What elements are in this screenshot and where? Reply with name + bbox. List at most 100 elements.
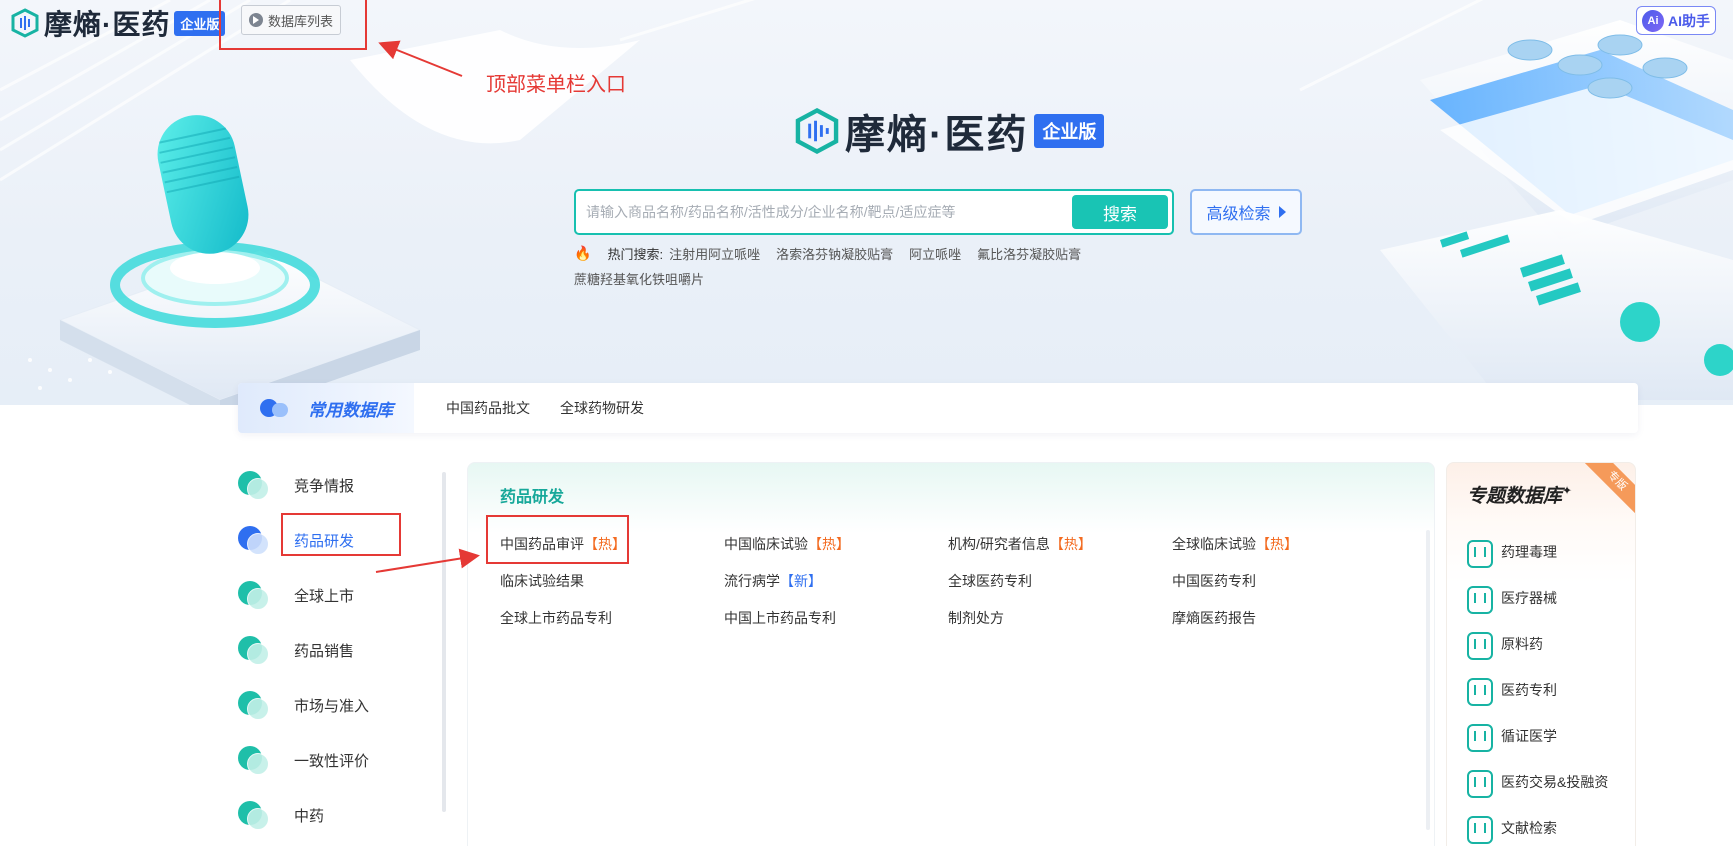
database-link-label: 摩熵医药报告 — [1172, 610, 1256, 626]
category-icon — [238, 745, 272, 776]
database-link-label: 中国上市药品专利 — [724, 610, 836, 626]
database-link-label: 中国医药专利 — [1172, 573, 1256, 589]
special-db-label: 医药专利 — [1501, 682, 1557, 698]
common-db-link[interactable]: 全球药物研发 — [560, 398, 644, 418]
database-link[interactable]: 摩熵医药报告 — [1172, 609, 1396, 628]
ai-assistant-label: AI助手 — [1668, 12, 1710, 29]
brand-logo-icon — [795, 107, 839, 155]
hot-search-item[interactable]: 蔗糖羟基氧化铁咀嚼片 — [574, 272, 704, 287]
database-link[interactable]: 中国上市药品专利 — [724, 609, 948, 628]
database-link[interactable]: 中国临床试验【热】 — [724, 535, 948, 554]
special-databases-title: 专题数据库✦ — [1467, 481, 1572, 508]
advanced-search-button[interactable]: 高级检索 — [1190, 189, 1302, 235]
new-tag: 【新】 — [780, 573, 822, 589]
edition-badge-large: 企业版 — [1034, 114, 1105, 148]
database-link-grid: 中国药品审评【热】 中国临床试验【热】 机构/研究者信息【热】 全球临床试验【热… — [500, 535, 1396, 628]
hot-search-row-2: 蔗糖羟基氧化铁咀嚼片 — [574, 269, 704, 288]
caret-right-icon — [1278, 206, 1286, 218]
hexagon-icon — [1467, 632, 1489, 656]
hot-search-item[interactable]: 阿立哌唑 — [909, 244, 961, 263]
panel-scrollbar[interactable] — [1426, 530, 1430, 830]
page: 摩熵·医药 企业版 数据库列表 Ai AI助手 摩熵·医药 企业版 搜索 高级检… — [0, 0, 1733, 846]
search-input[interactable] — [586, 191, 1056, 233]
special-db-label: 文献检索 — [1501, 820, 1557, 836]
database-link-label: 全球医药专利 — [948, 573, 1032, 589]
database-link[interactable]: 全球临床试验【热】 — [1172, 535, 1396, 554]
special-db-label: 医药交易&投融资 — [1501, 774, 1609, 790]
database-link-label: 流行病学 — [724, 573, 780, 589]
nav-item-drug-sales[interactable]: 药品销售 — [238, 623, 438, 678]
common-databases-title: 常用数据库 — [308, 400, 393, 420]
hexagon-icon — [1467, 816, 1489, 840]
database-link-label: 全球临床试验 — [1172, 536, 1256, 552]
nav-item-label: 中药 — [294, 808, 325, 825]
top-logo[interactable]: 摩熵·医药 企业版 — [10, 3, 226, 43]
annotation-box-drug-rd — [281, 513, 401, 556]
database-link[interactable]: 全球上市药品专利 — [500, 609, 724, 628]
advanced-search-label: 高级检索 — [1206, 206, 1271, 223]
annotation-top-menu-entry: 顶部菜单栏入口 — [486, 74, 626, 96]
database-link-label: 中国临床试验 — [724, 536, 808, 552]
database-link[interactable]: 流行病学【新】 — [724, 572, 948, 591]
category-icon — [238, 635, 272, 666]
search-box: 搜索 — [574, 189, 1174, 235]
category-icon — [238, 690, 272, 721]
database-link[interactable]: 制剂处方 — [948, 609, 1172, 628]
hexagon-icon — [1467, 540, 1489, 564]
nav-item-market-access[interactable]: 市场与准入 — [238, 678, 438, 733]
left-nav-scrollbar[interactable] — [442, 472, 446, 812]
nav-item-label: 市场与准入 — [294, 698, 370, 715]
brand-logo-icon — [11, 8, 39, 38]
hot-tag: 【热】 — [1256, 536, 1298, 552]
hot-tag: 【热】 — [808, 536, 850, 552]
database-link[interactable]: 全球医药专利 — [948, 572, 1172, 591]
common-db-link[interactable]: 中国药品批文 — [446, 398, 530, 418]
special-databases-list: 药理毒理 医疗器械 原料药 医药专利 循证医学 医药交易&投融资 文献检索 — [1467, 529, 1608, 846]
hexagon-icon — [1467, 678, 1489, 702]
hexagon-icon — [1467, 586, 1489, 610]
special-db-item[interactable]: 医药专利 — [1467, 667, 1608, 713]
special-db-item[interactable]: 医药交易&投融资 — [1467, 759, 1608, 805]
special-db-label: 药理毒理 — [1501, 544, 1557, 560]
special-db-label: 循证医学 — [1501, 728, 1557, 744]
pill-icon — [260, 397, 290, 419]
ai-assistant-button[interactable]: Ai AI助手 — [1636, 6, 1716, 35]
special-db-label: 医疗器械 — [1501, 590, 1557, 606]
special-db-item[interactable]: 医疗器械 — [1467, 575, 1608, 621]
hot-search-item[interactable]: 注射用阿立哌唑 — [669, 244, 760, 263]
nav-item-global-launch[interactable]: 全球上市 — [238, 568, 438, 623]
nav-item-consistency-evaluation[interactable]: 一致性评价 — [238, 733, 438, 788]
annotation-box-drug-review — [486, 515, 629, 564]
category-icon — [238, 470, 272, 501]
special-databases-title-text: 专题数据库 — [1467, 486, 1563, 507]
hot-tag: 【热】 — [1049, 536, 1092, 552]
category-icon — [238, 580, 272, 611]
hexagon-icon — [1467, 724, 1489, 748]
category-icon — [238, 525, 272, 556]
fire-icon: 🔥 — [574, 245, 592, 261]
hexagon-icon — [1467, 770, 1489, 794]
database-link[interactable]: 中国医药专利 — [1172, 572, 1396, 591]
nav-item-competitive-intelligence[interactable]: 竞争情报 — [238, 458, 438, 513]
special-databases-panel: 专版 专题数据库✦ 药理毒理 医疗器械 原料药 医药专利 循证医学 医药交易&投… — [1446, 462, 1636, 846]
common-databases-bar: 常用数据库 中国药品批文 全球药物研发 — [238, 383, 1638, 433]
nav-item-label: 全球上市 — [294, 588, 355, 605]
hot-search-item[interactable]: 氟比洛芬凝胶贴膏 — [977, 244, 1081, 263]
nav-item-label: 竞争情报 — [294, 478, 355, 495]
database-link-label: 全球上市药品专利 — [500, 610, 612, 626]
special-db-item[interactable]: 循证医学 — [1467, 713, 1608, 759]
nav-item-label: 一致性评价 — [294, 753, 370, 770]
database-link[interactable]: 机构/研究者信息【热】 — [948, 535, 1172, 554]
hot-search-item[interactable]: 洛索洛芬钠凝胶贴膏 — [776, 244, 893, 263]
special-db-item[interactable]: 原料药 — [1467, 621, 1608, 667]
special-db-item[interactable]: 药理毒理 — [1467, 529, 1608, 575]
common-databases-tag: 常用数据库 — [238, 383, 414, 433]
special-db-item[interactable]: 文献检索 — [1467, 805, 1608, 846]
edition-badge: 企业版 — [174, 10, 226, 36]
nav-item-tcm[interactable]: 中药 — [238, 788, 438, 843]
special-db-label: 原料药 — [1501, 636, 1543, 652]
search-button[interactable]: 搜索 — [1072, 195, 1168, 229]
database-link-label: 临床试验结果 — [500, 573, 584, 589]
database-link[interactable]: 临床试验结果 — [500, 572, 724, 591]
hot-search-label: 热门搜索: — [607, 247, 664, 262]
